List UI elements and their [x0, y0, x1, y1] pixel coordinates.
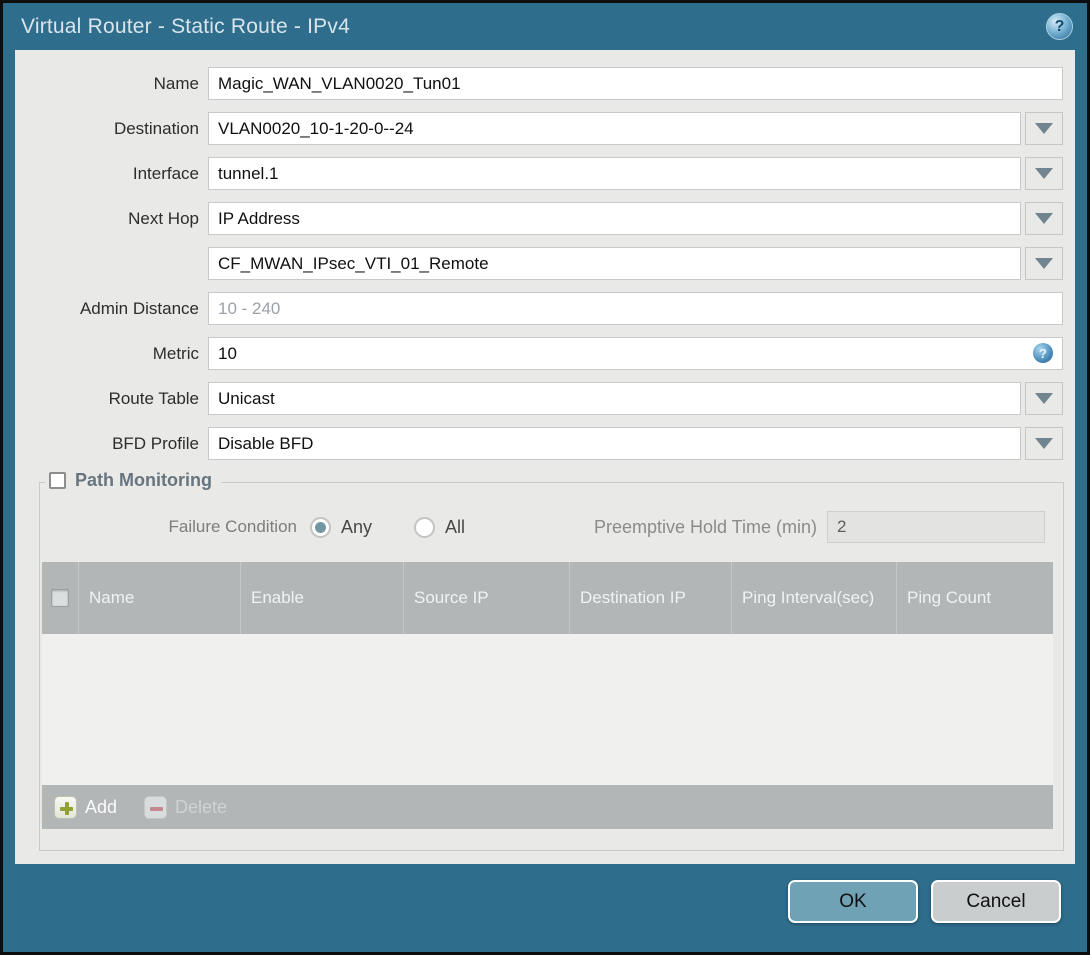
next-hop-type-dropdown-button[interactable]	[1025, 202, 1063, 235]
destination-row: Destination	[15, 112, 1063, 145]
destination-label: Destination	[113, 118, 199, 138]
route-table-label: Route Table	[108, 388, 199, 408]
preemptive-hold-time-label: Preemptive Hold Time (min)	[593, 516, 817, 537]
admin-distance-row: Admin Distance	[15, 292, 1063, 325]
chevron-down-icon	[1035, 123, 1053, 134]
next-hop-address-row	[15, 247, 1063, 280]
failure-condition-row: Failure Condition Any All Preemptive Hol…	[40, 511, 1063, 543]
select-all-checkbox	[51, 589, 69, 607]
name-row: Name	[15, 67, 1063, 100]
failure-condition-all-label: All	[445, 516, 466, 537]
next-hop-row: Next Hop	[15, 202, 1063, 235]
admin-distance-label: Admin Distance	[79, 298, 199, 318]
admin-distance-input[interactable]	[208, 292, 1063, 325]
chevron-down-icon	[1035, 438, 1053, 449]
next-hop-address-dropdown-button[interactable]	[1025, 247, 1063, 280]
interface-input[interactable]	[208, 157, 1021, 190]
bfd-profile-input[interactable]	[208, 427, 1021, 460]
path-monitoring-title: Path Monitoring	[75, 470, 212, 490]
table-header-row: Name Enable Source IP Destination IP Pin…	[42, 562, 1053, 634]
destination-input[interactable]	[208, 112, 1021, 145]
failure-condition-any-label: Any	[341, 516, 373, 537]
path-monitoring-checkbox[interactable]	[49, 472, 66, 489]
title-bar: Virtual Router - Static Route - IPv4 ?	[3, 3, 1087, 50]
minus-icon	[144, 795, 168, 819]
interface-dropdown-button[interactable]	[1025, 157, 1063, 190]
page-title: Virtual Router - Static Route - IPv4	[21, 14, 350, 38]
add-button-label: Add	[85, 796, 118, 817]
plus-icon	[54, 795, 77, 819]
info-icon[interactable]: ?	[1033, 343, 1053, 363]
table-header-destination-ip: Destination IP	[569, 562, 731, 634]
next-hop-label: Next Hop	[128, 208, 199, 228]
next-hop-type-input[interactable]	[208, 202, 1021, 235]
name-input[interactable]	[208, 67, 1063, 100]
path-monitoring-legend: Path Monitoring	[45, 470, 221, 491]
route-table-dropdown-button[interactable]	[1025, 382, 1063, 415]
path-monitoring-section: Path Monitoring Failure Condition Any Al…	[39, 470, 1064, 851]
failure-condition-any-radio	[310, 516, 331, 538]
failure-condition-all-radio	[414, 516, 436, 538]
chevron-down-icon	[1035, 168, 1053, 179]
bfd-profile-row: BFD Profile	[15, 427, 1063, 460]
destination-dropdown-button[interactable]	[1025, 112, 1063, 145]
path-monitoring-table: Name Enable Source IP Destination IP Pin…	[42, 562, 1053, 829]
bfd-profile-label: BFD Profile	[112, 433, 199, 453]
table-body-empty	[42, 634, 1053, 785]
metric-label: Metric	[152, 343, 199, 363]
table-header-ping-count: Ping Count	[896, 562, 1053, 634]
route-table-input[interactable]	[208, 382, 1021, 415]
metric-input[interactable]	[208, 337, 1063, 370]
chevron-down-icon	[1035, 393, 1053, 404]
table-header-ping-interval: Ping Interval(sec)	[731, 562, 896, 634]
bfd-profile-dropdown-button[interactable]	[1025, 427, 1063, 460]
help-icon[interactable]: ?	[1046, 13, 1073, 40]
table-header-name: Name	[78, 562, 240, 634]
chevron-down-icon	[1035, 213, 1053, 224]
failure-condition-label: Failure Condition	[168, 517, 297, 536]
preemptive-hold-time-input	[827, 511, 1045, 543]
delete-button-label: Delete	[175, 796, 228, 817]
delete-button: Delete	[144, 795, 228, 819]
name-label: Name	[153, 73, 199, 93]
next-hop-address-input[interactable]	[208, 247, 1021, 280]
table-header-checkbox-cell	[42, 562, 78, 634]
table-header-source-ip: Source IP	[403, 562, 569, 634]
route-table-row: Route Table	[15, 382, 1063, 415]
interface-label: Interface	[132, 163, 199, 183]
cancel-button[interactable]: Cancel	[931, 880, 1061, 923]
interface-row: Interface	[15, 157, 1063, 190]
add-button[interactable]: Add	[54, 795, 118, 819]
metric-row: Metric ?	[15, 337, 1063, 370]
dialog-content: Name Destination Interface Next Hop	[15, 50, 1075, 864]
table-header-enable: Enable	[240, 562, 403, 634]
static-route-dialog: Virtual Router - Static Route - IPv4 ? N…	[0, 0, 1090, 955]
ok-button[interactable]: OK	[788, 880, 918, 923]
chevron-down-icon	[1035, 258, 1053, 269]
dialog-footer: OK Cancel	[3, 864, 1087, 952]
table-toolbar: Add Delete	[42, 785, 1053, 829]
